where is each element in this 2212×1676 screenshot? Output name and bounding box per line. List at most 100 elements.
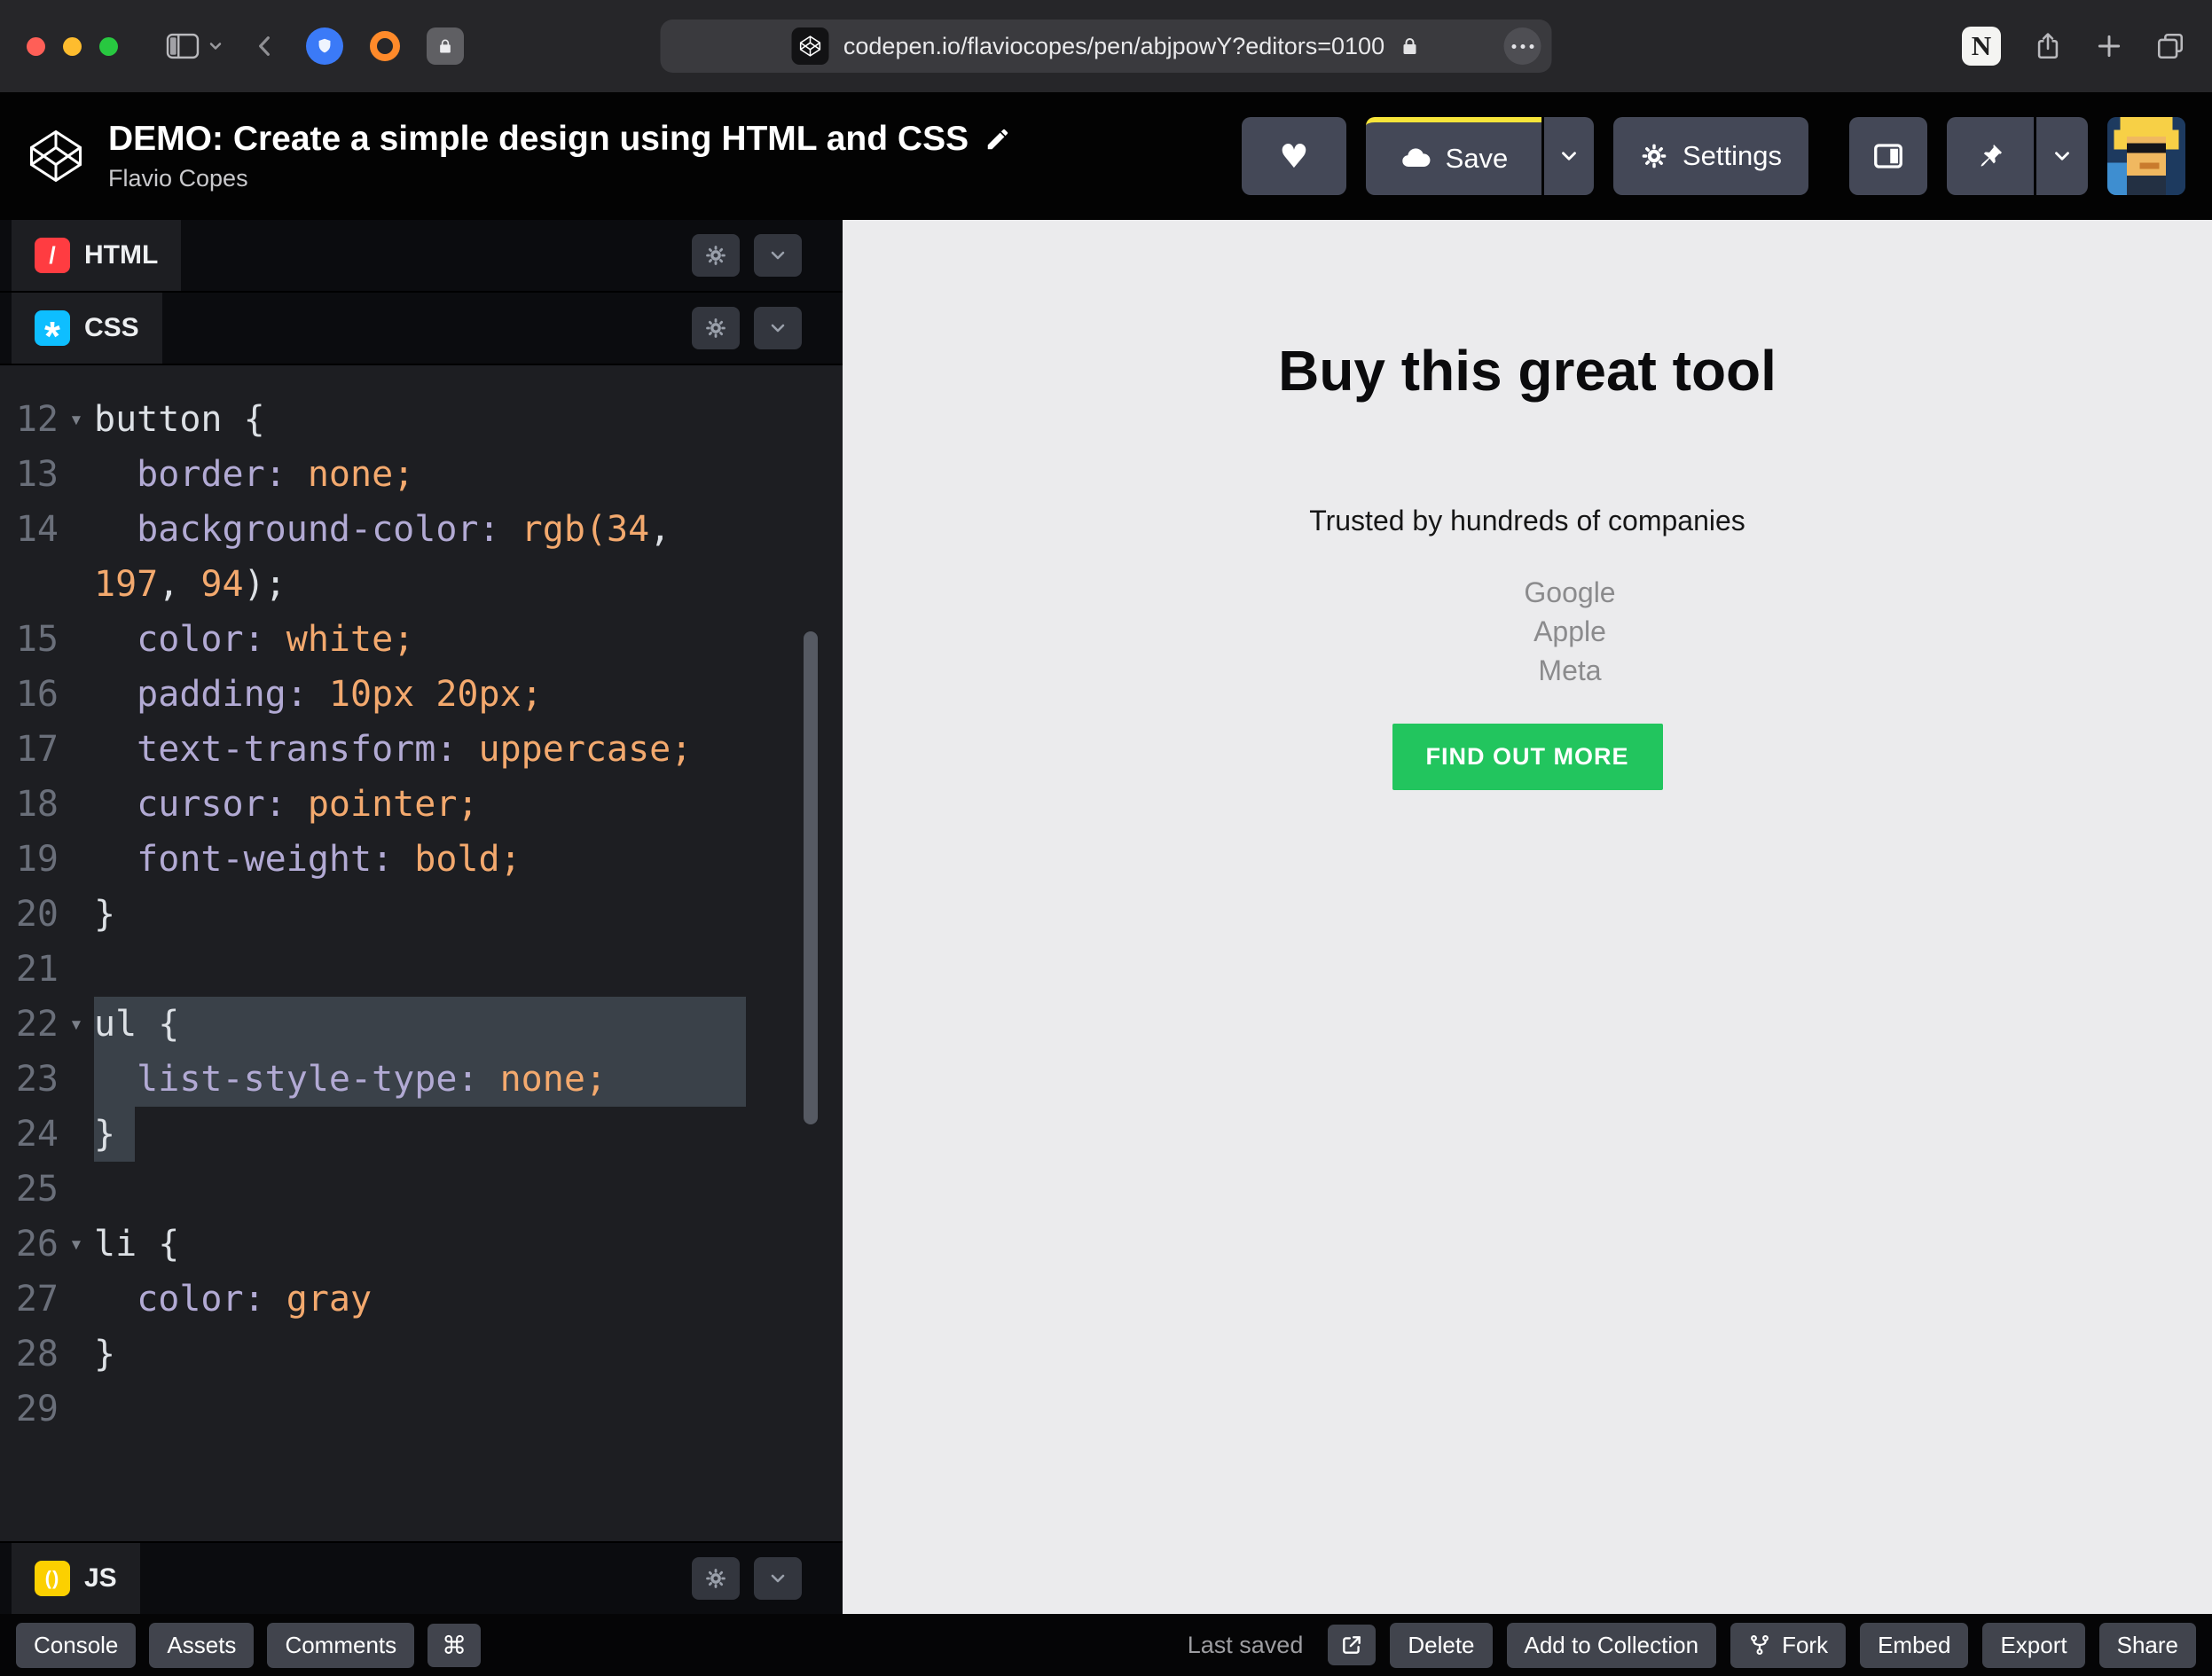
- code-line[interactable]: 20}: [0, 887, 843, 942]
- open-live-view-button[interactable]: [1328, 1625, 1377, 1665]
- pen-title: DEMO: Create a simple design using HTML …: [108, 120, 1011, 159]
- codepen-logo[interactable]: [27, 127, 85, 185]
- code-text: cursor: pointer;: [137, 784, 479, 825]
- code-line[interactable]: 27 color: gray: [0, 1272, 843, 1327]
- close-window-button[interactable]: [27, 36, 45, 56]
- shield-extension-icon[interactable]: [306, 27, 343, 65]
- embed-button[interactable]: Embed: [1860, 1622, 1969, 1668]
- code-line[interactable]: 29: [0, 1382, 843, 1437]
- line-number: 23: [15, 1059, 59, 1100]
- tab-css[interactable]: * CSS: [12, 293, 162, 364]
- fullscreen-window-button[interactable]: [99, 36, 118, 56]
- line-number: 17: [15, 729, 59, 770]
- fold-toggle-icon: [59, 942, 94, 997]
- share-page-button[interactable]: [2033, 31, 2063, 61]
- code-line[interactable]: 25: [0, 1162, 843, 1217]
- save-button[interactable]: Save: [1365, 117, 1541, 195]
- css-collapse-button[interactable]: [754, 307, 802, 349]
- pin-dropdown-button[interactable]: [2036, 117, 2088, 195]
- browser-right-controls: N: [1962, 27, 2185, 66]
- sidebar-toggle-icon[interactable]: [166, 33, 200, 59]
- add-to-collection-button[interactable]: Add to Collection: [1506, 1622, 1717, 1668]
- ring-extension-icon[interactable]: [370, 31, 400, 61]
- code-line[interactable]: 17 text-transform: uppercase;: [0, 722, 843, 777]
- back-button[interactable]: [251, 32, 279, 60]
- save-button-group: Save: [1365, 117, 1594, 195]
- code-text: color: gray: [137, 1279, 373, 1320]
- html-icon: /: [35, 238, 70, 273]
- code-line[interactable]: 26 ▾ li {: [0, 1217, 843, 1272]
- assets-button[interactable]: Assets: [149, 1622, 255, 1668]
- comments-button[interactable]: Comments: [267, 1622, 415, 1668]
- keyboard-shortcuts-button[interactable]: ⌘: [427, 1623, 482, 1667]
- code-line[interactable]: 18 cursor: pointer;: [0, 777, 843, 832]
- address-bar[interactable]: codepen.io/flaviocopes/pen/abjpowY?edito…: [660, 20, 1552, 73]
- code-text: font-weight: bold;: [137, 839, 522, 880]
- editor-scrollbar-thumb[interactable]: [804, 631, 818, 1124]
- editor-pane: / HTML * CSS 12 ▾ button {13 border: no…: [0, 220, 843, 1614]
- new-tab-button[interactable]: [2095, 32, 2123, 60]
- pen-author[interactable]: Flavio Copes: [108, 165, 1011, 192]
- company-list: Google Apple Meta: [843, 573, 2212, 690]
- line-number: 28: [15, 1334, 59, 1374]
- console-button[interactable]: Console: [16, 1622, 137, 1668]
- browser-left-controls: [27, 27, 464, 65]
- code-line[interactable]: 13 border: none;: [0, 447, 843, 502]
- line-number: 19: [15, 839, 59, 880]
- code-line[interactable]: 22 ▾ ul {: [0, 997, 843, 1052]
- code-line[interactable]: 28}: [0, 1327, 843, 1382]
- user-avatar[interactable]: [2107, 117, 2185, 195]
- code-line[interactable]: 197, 94);: [0, 557, 843, 612]
- last-saved-label: Last saved: [1187, 1631, 1304, 1658]
- save-dropdown-button[interactable]: [1543, 117, 1594, 195]
- code-line[interactable]: 23 list-style-type: none;: [0, 1052, 843, 1107]
- code-line[interactable]: 16 padding: 10px 20px;: [0, 667, 843, 722]
- js-editor-actions: [692, 1543, 843, 1614]
- browser-chrome: codepen.io/flaviocopes/pen/abjpowY?edito…: [0, 0, 2212, 92]
- tab-html[interactable]: / HTML: [12, 220, 182, 291]
- pin-button[interactable]: [1947, 117, 2034, 195]
- code-line[interactable]: 21: [0, 942, 843, 997]
- css-editor[interactable]: 12 ▾ button {13 border: none; 14 background…: [0, 365, 843, 1541]
- screen: codepen.io/flaviocopes/pen/abjpowY?edito…: [0, 0, 2212, 1676]
- settings-button[interactable]: Settings: [1612, 117, 1808, 195]
- code-line[interactable]: 15 color: white;: [0, 612, 843, 667]
- company-item: Apple: [1533, 615, 1606, 647]
- delete-button[interactable]: Delete: [1390, 1622, 1493, 1668]
- fork-button[interactable]: Fork: [1730, 1622, 1847, 1668]
- css-settings-button[interactable]: [692, 307, 740, 349]
- js-settings-button[interactable]: [692, 1557, 740, 1600]
- tabs-overview-button[interactable]: [2155, 31, 2185, 61]
- export-button[interactable]: Export: [1982, 1622, 2085, 1668]
- fold-toggle-icon[interactable]: ▾: [59, 392, 94, 447]
- fold-toggle-icon[interactable]: ▾: [59, 997, 94, 1052]
- edit-title-icon[interactable]: [984, 126, 1011, 153]
- company-item: Google: [1524, 576, 1616, 608]
- tab-js[interactable]: () JS: [12, 1543, 140, 1614]
- lock-extension-icon[interactable]: [427, 27, 464, 65]
- like-button[interactable]: ♥: [1241, 117, 1346, 195]
- line-number: 13: [15, 454, 59, 495]
- code-line[interactable]: 19 font-weight: bold;: [0, 832, 843, 887]
- fold-toggle-icon: [59, 612, 94, 667]
- find-out-more-button[interactable]: FIND OUT MORE: [1392, 724, 1663, 790]
- sidebar-chevron-icon[interactable]: [207, 37, 224, 55]
- change-view-button[interactable]: [1849, 117, 1927, 195]
- code-line[interactable]: 12 ▾ button {: [0, 392, 843, 447]
- fold-toggle-icon[interactable]: ▾: [59, 1217, 94, 1272]
- preview-pane: Buy this great tool Trusted by hundreds …: [843, 220, 2212, 1614]
- minimize-window-button[interactable]: [63, 36, 82, 56]
- fold-toggle-icon: [59, 1162, 94, 1217]
- html-collapse-button[interactable]: [754, 234, 802, 277]
- js-collapse-button[interactable]: [754, 1557, 802, 1600]
- page-more-button[interactable]: [1503, 27, 1541, 65]
- share-button[interactable]: Share: [2098, 1622, 2196, 1668]
- fold-toggle-icon: [59, 887, 94, 942]
- code-line[interactable]: 14 background-color: rgb(34,: [0, 502, 843, 557]
- code-line[interactable]: 24}: [0, 1107, 843, 1162]
- preview-heading: Buy this great tool: [1278, 339, 1777, 403]
- notion-extension-button[interactable]: N: [1962, 27, 2001, 66]
- html-settings-button[interactable]: [692, 234, 740, 277]
